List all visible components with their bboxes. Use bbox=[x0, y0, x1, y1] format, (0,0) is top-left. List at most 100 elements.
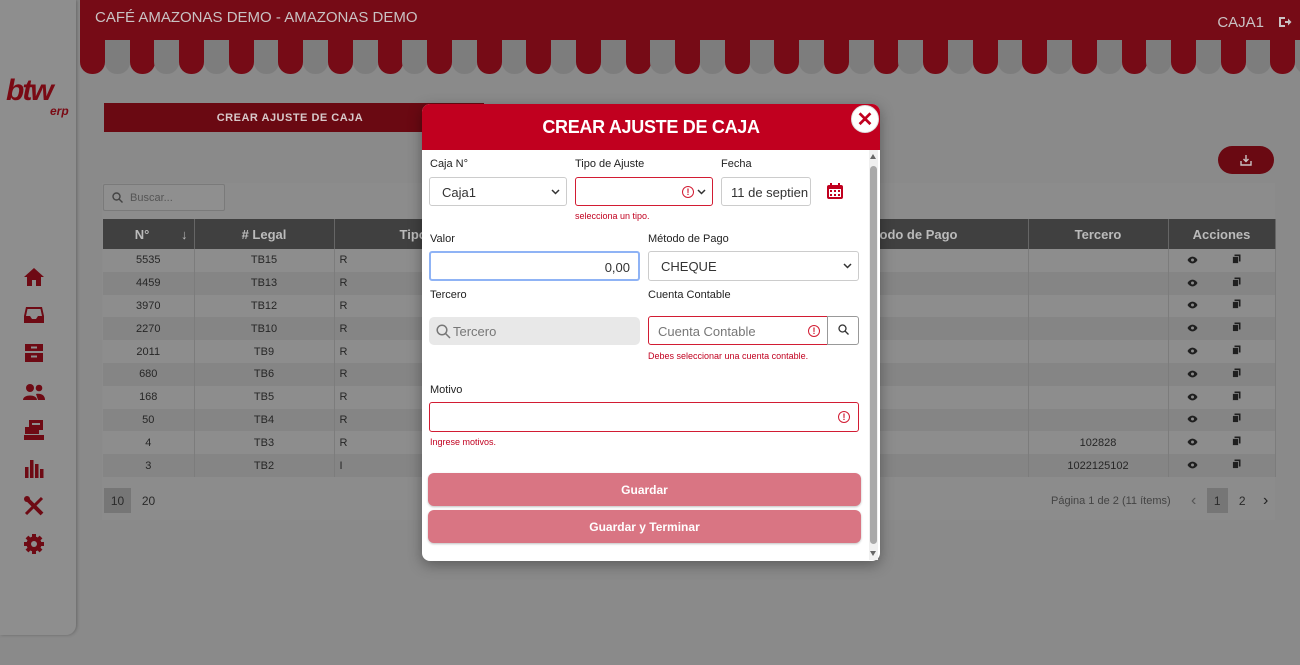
awning-stripe bbox=[427, 40, 453, 74]
awning-stripe bbox=[824, 40, 849, 74]
awning-stripe bbox=[80, 40, 105, 74]
copy-icon[interactable] bbox=[1231, 345, 1241, 358]
home-icon[interactable] bbox=[22, 265, 46, 289]
awning-stripe bbox=[625, 40, 651, 74]
awning-stripe bbox=[1146, 40, 1172, 74]
copy-icon[interactable] bbox=[1231, 459, 1241, 472]
motivo-label: Motivo bbox=[430, 384, 463, 396]
top-bar: CAFÉ AMAZONAS DEMO - AMAZONAS DEMO CAJA1 bbox=[80, 0, 1300, 42]
view-icon[interactable] bbox=[1187, 255, 1198, 267]
view-icon[interactable] bbox=[1187, 392, 1198, 404]
logout-icon[interactable] bbox=[1278, 15, 1292, 33]
scroll-thumb[interactable] bbox=[870, 166, 877, 544]
column-header-acciones: Acciones bbox=[1168, 219, 1276, 249]
cell-n: 4459 bbox=[103, 271, 195, 295]
awning-stripe bbox=[526, 40, 552, 74]
register-icon[interactable] bbox=[22, 418, 46, 442]
view-icon[interactable] bbox=[1187, 369, 1198, 381]
view-icon[interactable] bbox=[1187, 437, 1198, 449]
cell-acciones bbox=[1168, 362, 1276, 386]
column-header-tercero[interactable]: Tercero bbox=[1028, 219, 1169, 249]
cell-tercero: 1022125102 bbox=[1028, 454, 1169, 477]
cell-legal: TB2 bbox=[194, 454, 335, 477]
awning-stripe bbox=[303, 40, 329, 74]
view-icon[interactable] bbox=[1187, 300, 1198, 312]
copy-icon[interactable] bbox=[1231, 299, 1241, 312]
page-2-button[interactable]: 2 bbox=[1232, 488, 1253, 513]
motivo-error: Ingrese motivos. bbox=[430, 437, 497, 447]
awning-stripe bbox=[1220, 40, 1246, 74]
awning-stripe bbox=[1121, 40, 1147, 74]
save-and-finish-button[interactable]: Guardar y Terminar bbox=[428, 510, 861, 543]
grid-search-input[interactable]: Buscar... bbox=[103, 184, 225, 211]
copy-icon[interactable] bbox=[1231, 391, 1241, 404]
copy-icon[interactable] bbox=[1231, 254, 1241, 267]
awning-stripe bbox=[873, 40, 899, 74]
copy-icon[interactable] bbox=[1231, 322, 1241, 335]
cell-acciones bbox=[1168, 340, 1276, 363]
copy-icon[interactable] bbox=[1231, 413, 1241, 426]
caja-select[interactable]: Caja1 bbox=[429, 177, 567, 206]
valor-input[interactable]: 0,00 bbox=[429, 251, 640, 281]
page-size-10[interactable]: 10 bbox=[104, 488, 131, 513]
calendar-icon[interactable] bbox=[826, 182, 844, 205]
page-size-20[interactable]: 20 bbox=[135, 488, 162, 513]
awning-decoration bbox=[80, 40, 1300, 76]
archive-icon[interactable] bbox=[22, 341, 46, 365]
view-icon[interactable] bbox=[1187, 323, 1198, 335]
tercero-input[interactable]: Tercero bbox=[429, 317, 640, 345]
column-label: N° bbox=[134, 226, 150, 242]
search-icon bbox=[838, 324, 849, 335]
cuenta-contable-input[interactable]: Cuenta Contable ! bbox=[648, 316, 828, 345]
tools-icon[interactable] bbox=[22, 494, 46, 518]
cell-n: 4 bbox=[103, 431, 195, 455]
sort-down-icon[interactable]: ↓ bbox=[181, 227, 188, 242]
awning-stripe bbox=[129, 40, 155, 74]
fecha-input[interactable]: 11 de septien bbox=[721, 177, 811, 206]
awning-stripe bbox=[352, 40, 378, 74]
cell-n: 680 bbox=[103, 362, 195, 386]
dialog-scrollbar[interactable] bbox=[869, 150, 878, 560]
tipo-select[interactable]: ! bbox=[575, 177, 713, 206]
tercero-label: Tercero bbox=[430, 289, 467, 301]
view-icon[interactable] bbox=[1187, 346, 1198, 358]
close-icon[interactable]: ✕ bbox=[851, 105, 879, 133]
brand-logo[interactable]: btw erp bbox=[6, 74, 72, 122]
metodo-pago-select[interactable]: CHEQUE bbox=[648, 251, 859, 281]
cell-tercero bbox=[1028, 362, 1169, 386]
awning-stripe bbox=[749, 40, 775, 74]
cuenta-search-button[interactable] bbox=[827, 316, 859, 345]
prev-page-icon[interactable]: ‹ bbox=[1185, 492, 1203, 510]
cell-acciones bbox=[1168, 249, 1276, 272]
copy-icon[interactable] bbox=[1231, 368, 1241, 381]
error-icon: ! bbox=[808, 325, 820, 337]
tipo-error: selecciona un tipo. bbox=[575, 211, 650, 221]
column-header-legal[interactable]: # Legal bbox=[194, 219, 335, 249]
awning-stripe bbox=[1196, 40, 1221, 74]
inbox-icon[interactable] bbox=[22, 303, 46, 327]
scroll-up-icon[interactable] bbox=[870, 154, 876, 159]
gear-icon[interactable] bbox=[22, 532, 46, 556]
page-1-button[interactable]: 1 bbox=[1206, 488, 1228, 513]
cell-n: 3970 bbox=[103, 294, 195, 318]
column-header-n[interactable]: N° ↓ bbox=[103, 219, 195, 249]
motivo-input[interactable]: ! bbox=[429, 402, 859, 432]
scroll-down-icon[interactable] bbox=[870, 551, 876, 556]
view-icon[interactable] bbox=[1187, 278, 1198, 290]
export-button[interactable] bbox=[1218, 146, 1274, 174]
chart-icon[interactable] bbox=[22, 456, 46, 480]
view-icon[interactable] bbox=[1187, 414, 1198, 426]
next-page-icon[interactable]: › bbox=[1257, 492, 1275, 510]
cell-tercero bbox=[1028, 408, 1169, 432]
view-icon[interactable] bbox=[1187, 460, 1198, 472]
awning-stripe bbox=[452, 40, 477, 74]
metodo-label: Método de Pago bbox=[648, 233, 729, 245]
copy-icon[interactable] bbox=[1231, 277, 1241, 290]
pager: Página 1 de 2 (11 ítems) ‹ 1 2 › bbox=[1051, 488, 1275, 513]
awning-stripe bbox=[1245, 40, 1271, 74]
save-button[interactable]: Guardar bbox=[428, 473, 861, 506]
cell-acciones bbox=[1168, 271, 1276, 295]
awning-stripe bbox=[1295, 40, 1300, 74]
copy-icon[interactable] bbox=[1231, 436, 1241, 449]
users-icon[interactable] bbox=[22, 380, 46, 404]
